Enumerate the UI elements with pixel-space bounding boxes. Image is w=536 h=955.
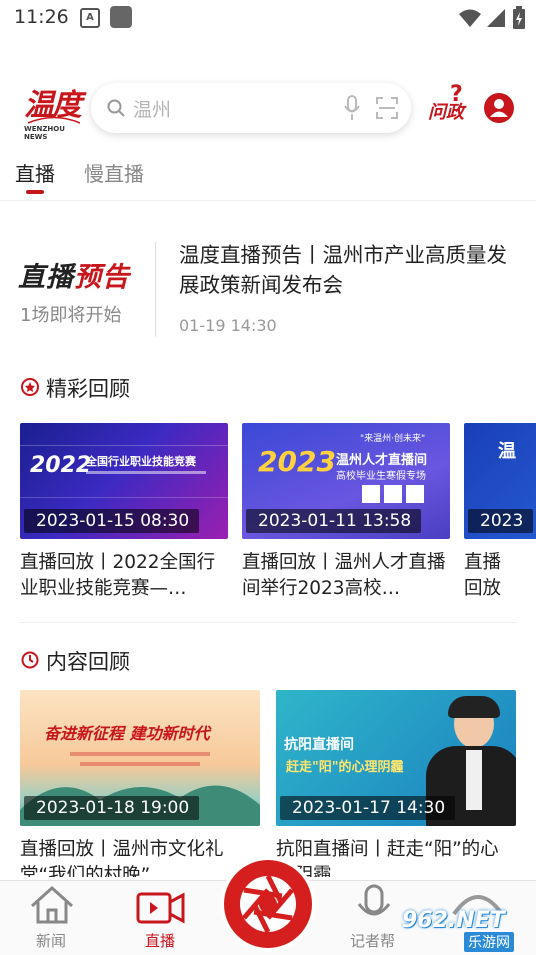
preview-time: 01-19 14:30 (179, 316, 277, 335)
microphone-nav-icon (357, 884, 391, 916)
banner-tag: "来温州·创未来" (360, 434, 426, 444)
nav-reporter-label: 记者帮 (350, 932, 396, 950)
preview-logo-red: 预告 (74, 262, 130, 293)
preview-title: 温度直播预告丨温州市产业高质量发展政策新闻发布会 (179, 243, 507, 297)
status-bar: 11:26 A (0, 0, 536, 36)
search-icon (107, 99, 125, 117)
highlight-time: 2023 (468, 509, 534, 533)
highlight-time: 2023-01-11 13:58 (246, 509, 422, 533)
scan-icon[interactable] (375, 96, 399, 120)
banner-subtext: 赶走"阳"的心理阴霾 (286, 760, 404, 775)
app-logo[interactable]: 温度 WENZHOU NEWS (20, 80, 86, 141)
active-tab-indicator (26, 190, 44, 194)
logo-bridge-icon (28, 116, 80, 124)
nav-live[interactable]: 直播 (136, 884, 192, 950)
watermark-logo: 962.NET 乐游网 (398, 895, 532, 952)
highlight-card[interactable]: 温 2023 直播回放促进工 (464, 423, 536, 603)
star-icon (21, 378, 39, 396)
tab-live[interactable]: 直播 (15, 158, 55, 187)
highlight-card[interactable]: "来温州·创未来" 2023 温州人才直播间 高校毕业生寒假专场 2023-01… (242, 423, 450, 603)
preview-subtitle: 1场即将开始 (20, 305, 122, 326)
banner-year: 2022 (30, 453, 92, 478)
tabs-divider (0, 200, 536, 201)
microphone-icon[interactable] (343, 95, 361, 121)
question-mark-icon: ? (450, 82, 463, 107)
highlight-time: 2023-01-15 08:30 (24, 509, 200, 533)
nav-live-label: 直播 (145, 932, 176, 950)
banner-text: 奋进新征程 建功新时代 (44, 724, 210, 743)
live-preview-card[interactable]: 直播预告 1场即将开始 温度直播预告丨温州市产业高质量发展政策新闻发布会 01-… (0, 220, 536, 350)
content-review-title: 内容回顾 (46, 650, 130, 674)
banner-text: 抗阳直播间 (284, 737, 354, 753)
content-card[interactable]: 奋进新征程 建功新时代 2023-01-18 19:00 直播回放丨温州市文化礼… (20, 690, 260, 880)
aperture-icon (240, 874, 296, 934)
camera-shutter-button[interactable] (224, 860, 312, 948)
highlight-title: 直播回放促进工 (464, 552, 502, 599)
search-bar[interactable]: 温州 (91, 83, 411, 133)
highlight-title: 直播回放丨2022全国行业职业技能竞赛—… (20, 552, 216, 599)
notification-a-icon: A (80, 8, 100, 28)
nav-news[interactable]: 新闻 (26, 884, 82, 950)
banner-text: 温州人才直播间 (336, 453, 428, 468)
banner-text: 全国行业职业技能竞赛 (86, 455, 196, 468)
content-title: 抗阳直播间丨赶走“阳”的心理阴霾 (276, 839, 499, 877)
highlight-title: 直播回放丨温州人才直播间举行2023高校… (242, 552, 446, 599)
wifi-icon (459, 9, 481, 27)
watermark-text: 962.NET (402, 908, 505, 933)
preview-logo: 直播预告 (18, 255, 130, 294)
home-icon (30, 885, 74, 924)
tab-slow-live[interactable]: 慢直播 (84, 158, 144, 187)
battery-icon (513, 6, 525, 29)
banner-text: 温 (498, 441, 516, 462)
banner-subtext: 高校毕业生寒假专场 (336, 471, 426, 482)
status-time: 11:26 (14, 6, 69, 28)
video-camera-icon (136, 892, 185, 924)
nav-news-label: 新闻 (36, 932, 67, 950)
preview-divider (155, 242, 156, 337)
content-time: 2023-01-17 14:30 (280, 796, 456, 820)
user-avatar-button[interactable] (484, 93, 514, 123)
clock-icon (21, 651, 39, 669)
notification-square-icon (110, 6, 132, 28)
ask-government-button[interactable]: 问政 ? (428, 82, 470, 126)
watermark-subtext: 乐游网 (464, 932, 514, 952)
search-placeholder: 温州 (133, 99, 172, 121)
banner-year: 2023 (258, 445, 336, 478)
preview-logo-black: 直播 (18, 262, 74, 293)
section-divider (20, 622, 516, 623)
highlights-title: 精彩回顾 (46, 377, 130, 401)
highlight-card[interactable]: 2022 全国行业职业技能竞赛 2023-01-15 08:30 直播回放丨20… (20, 423, 228, 603)
content-time: 2023-01-18 19:00 (24, 796, 200, 820)
logo-subtext: WENZHOU NEWS (24, 125, 65, 141)
signal-icon (487, 9, 505, 27)
content-card[interactable]: 抗阳直播间 赶走"阳"的心理阴霾 2023-01-17 14:30 抗阳直播间丨… (276, 690, 516, 880)
user-icon (490, 99, 508, 117)
